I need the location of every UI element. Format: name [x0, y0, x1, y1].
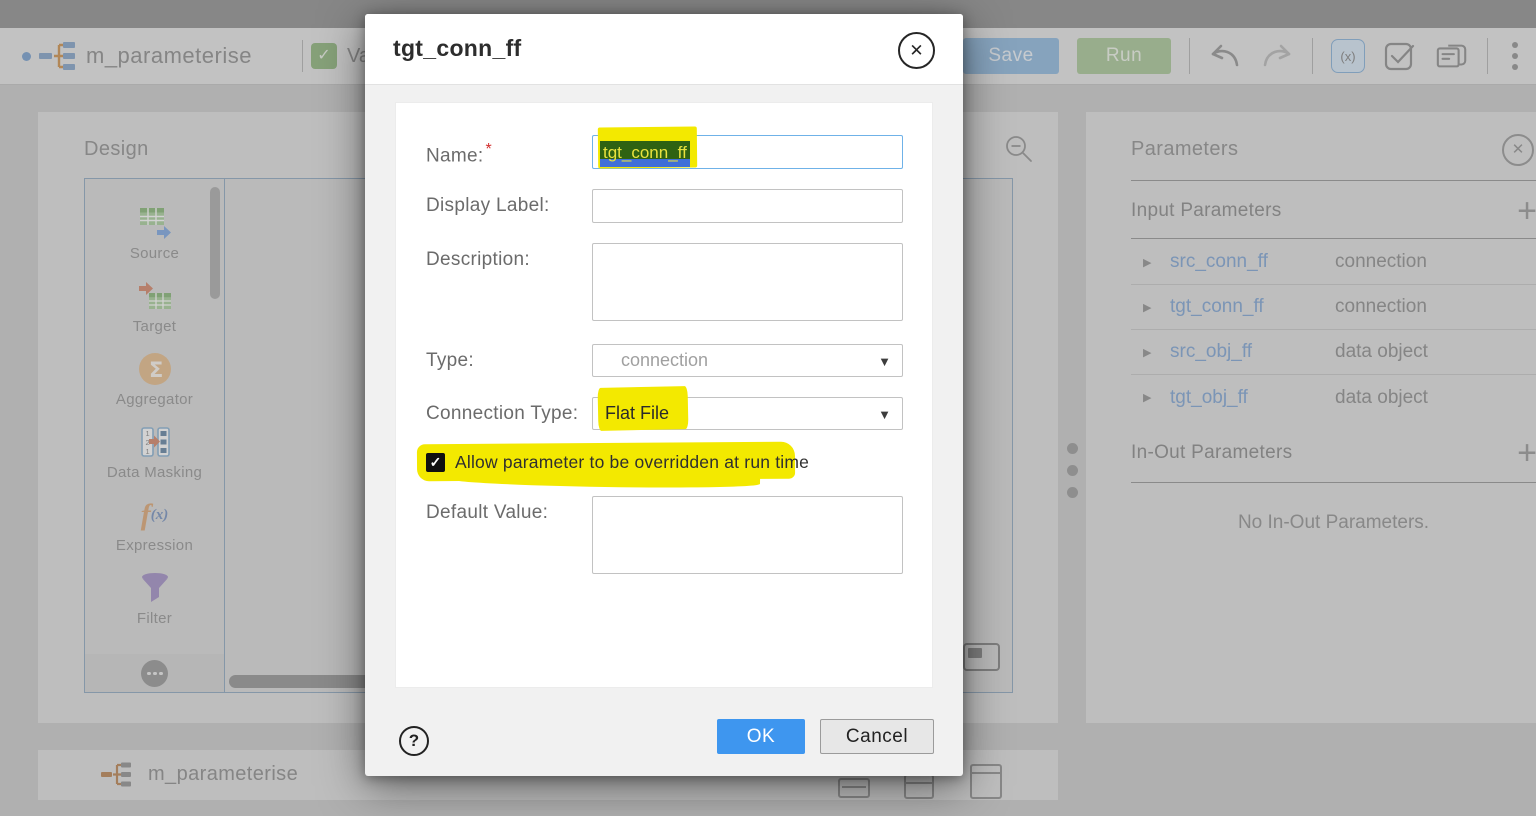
- type-label: Type:: [426, 350, 474, 371]
- description-label: Description:: [426, 249, 530, 270]
- connection-type-dropdown-value: Flat File: [605, 403, 670, 423]
- type-dropdown[interactable]: connection ▼: [592, 344, 903, 377]
- display-label-label: Display Label:: [426, 195, 550, 216]
- name-label: Name: *: [426, 141, 492, 167]
- override-checkbox-row: ✓ Allow parameter to be overridden at ru…: [416, 441, 932, 490]
- dialog-title: tgt_conn_ff: [393, 35, 522, 61]
- check-icon: ✓: [429, 453, 442, 470]
- parameter-dialog: tgt_conn_ff ✕ Name: * tgt_conn_ff Display…: [365, 14, 963, 776]
- name-input[interactable]: tgt_conn_ff: [592, 126, 903, 169]
- description-textarea-field[interactable]: [593, 244, 902, 320]
- override-checkbox-label: Allow parameter to be overridden at run …: [455, 451, 810, 472]
- dialog-form: Name: * tgt_conn_ff Display Label: Descri…: [395, 102, 933, 688]
- chevron-down-icon: ▼: [878, 407, 891, 422]
- connection-type-dropdown[interactable]: Flat File ▼: [592, 386, 903, 431]
- description-textarea[interactable]: [592, 243, 903, 321]
- cancel-button[interactable]: Cancel: [820, 719, 934, 754]
- default-value-textarea[interactable]: [592, 496, 903, 574]
- override-checkbox[interactable]: ✓: [426, 452, 445, 472]
- connection-type-label: Connection Type:: [426, 403, 579, 424]
- display-label-input-field[interactable]: [593, 190, 902, 222]
- close-icon[interactable]: ✕: [898, 32, 935, 69]
- type-dropdown-value: connection: [621, 350, 709, 370]
- required-asterisk: *: [485, 141, 492, 158]
- default-value-textarea-field[interactable]: [593, 497, 902, 573]
- ok-button[interactable]: OK: [717, 719, 805, 754]
- chevron-down-icon: ▼: [878, 354, 891, 369]
- display-label-input[interactable]: [592, 189, 903, 223]
- dialog-header: tgt_conn_ff ✕: [365, 14, 963, 85]
- default-value-label: Default Value:: [426, 502, 549, 523]
- name-input-selected-text: tgt_conn_ff: [600, 141, 690, 167]
- help-icon[interactable]: ?: [399, 726, 429, 756]
